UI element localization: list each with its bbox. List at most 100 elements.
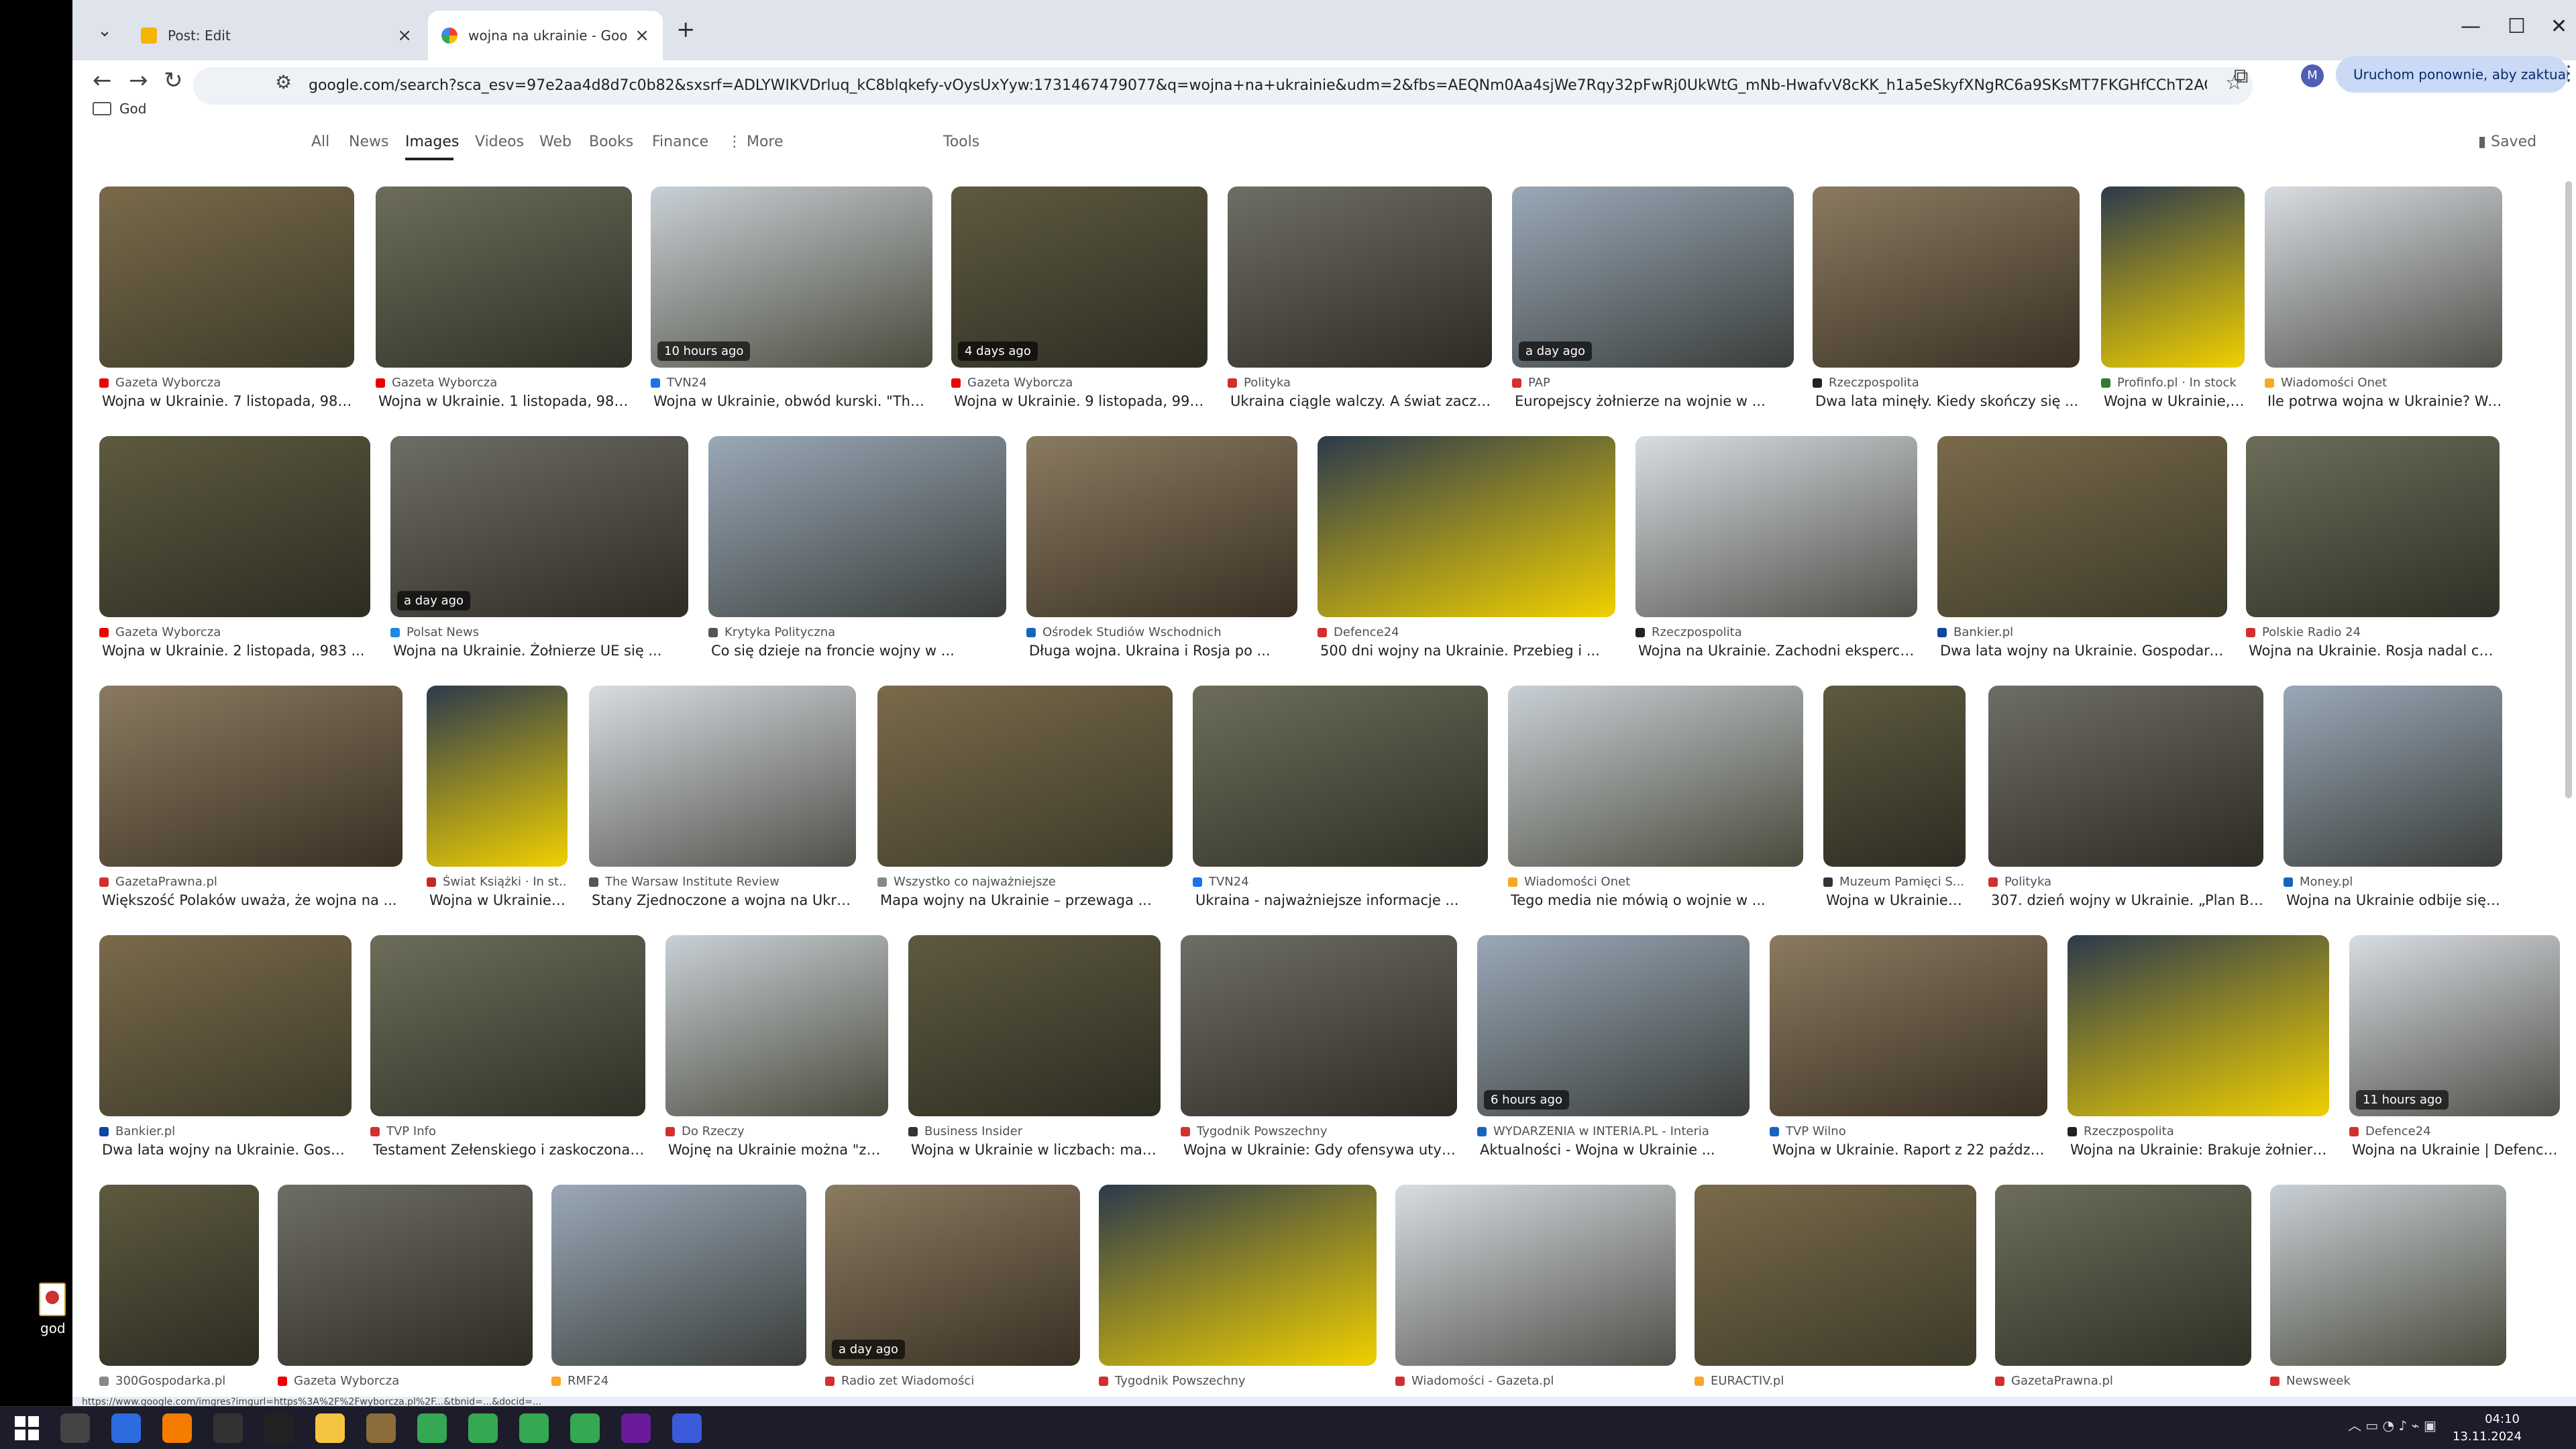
image-result[interactable]: Newsweek [2270,1185,2506,1406]
result-title[interactable]: Testament Zełenskiego i zaskoczona ... [373,1142,645,1158]
result-thumbnail[interactable] [99,1185,259,1366]
result-thumbnail[interactable] [278,1185,533,1366]
result-thumbnail[interactable] [1813,186,2080,368]
chrome-icon[interactable] [468,1413,498,1443]
result-title[interactable]: Długa wojna. Ukraina i Rosja po ... [1029,643,1297,659]
result-source[interactable]: Wiadomości Onet [1508,875,1803,889]
close-tab-icon[interactable]: × [397,25,412,46]
result-title[interactable]: Wojna w Ukrainie. 7 listopada, 988 ... [102,393,354,409]
result-thumbnail[interactable] [589,686,856,867]
close-window-icon[interactable]: ✕ [2551,15,2567,38]
result-source[interactable]: Muzeum Pamięci S... [1823,875,1966,889]
clock[interactable]: 04:10 13.11.2024 [2453,1411,2522,1446]
result-source[interactable]: Świat Książki · In st... [427,875,568,889]
result-title[interactable]: Wojna w Ukrainie: Gdy ofensywa utyka... [1183,1142,1457,1158]
profile-avatar[interactable]: M [2301,64,2324,87]
result-thumbnail[interactable] [1181,935,1457,1116]
tab-more[interactable]: ⋮ More [727,133,784,150]
result-thumbnail[interactable] [1823,686,1966,867]
update-button[interactable]: Uruchom ponownie, aby zaktualizować [2336,56,2568,93]
result-title[interactable]: Wojna w Ukrainie |... [1826,892,1966,908]
result-title[interactable]: Stany Zjednoczone a wojna na Ukrainie [592,892,856,908]
image-result[interactable]: Wiadomości Onet Ile potrwa wojna w Ukrain… [2265,186,2502,409]
image-result[interactable]: Ośrodek Studiów Wschodnich Długa wojna. U… [1026,436,1297,659]
image-result[interactable]: 10 hours ago TVN24 Wojna w Ukrainie, obwód… [651,186,932,409]
image-result[interactable]: Polityka 307. dzień wojny w Ukrainie. „Pl… [1988,686,2263,908]
chrome-active-icon[interactable] [672,1413,702,1443]
result-thumbnail[interactable] [1193,686,1488,867]
search-icon[interactable] [60,1413,90,1443]
address-bar[interactable]: ⚙ google.com/search?sca_esv=97e2aa4d8d7c… [193,67,2253,105]
result-thumbnail[interactable]: a day ago [390,436,688,617]
result-source[interactable]: Wiadomości - Gazeta.pl [1395,1374,1676,1388]
result-source[interactable]: Tygodnik Powszechny [1099,1374,1377,1388]
result-source[interactable]: GazetaPrawna.pl [99,875,402,889]
result-thumbnail[interactable] [99,686,402,867]
tab-images[interactable]: Images [405,133,459,150]
result-thumbnail[interactable]: 4 days ago [951,186,1208,368]
result-thumbnail[interactable] [665,935,888,1116]
image-result[interactable]: GazetaPrawna.pl Większość Polaków uważa, … [99,686,402,908]
result-thumbnail[interactable] [551,1185,806,1366]
result-source[interactable]: GazetaPrawna.pl [1995,1374,2251,1388]
image-result[interactable]: a day ago Polsat News Wojna na Ukrainie. Ż… [390,436,688,659]
result-title[interactable]: Wojna na Ukrainie. Rosja nadal chce ... [2249,643,2500,659]
start-icon[interactable] [15,1416,39,1440]
image-result[interactable]: Gazeta Wyborcza Wojna w Ukrainie. 2 listo… [99,436,370,659]
image-result[interactable]: Gazeta Wyborcza Wojna w Ukrainie. 1 listo… [376,186,632,409]
result-source[interactable]: WYDARZENIA w INTERIA.PL - Interia [1477,1124,1750,1138]
result-source[interactable]: Newsweek [2270,1374,2506,1388]
image-result[interactable]: Krytyka Polityczna Co się dzieje na fronc… [708,436,1006,659]
result-title[interactable]: Wojnę na Ukrainie można "za... [668,1142,888,1158]
bookmark-folder[interactable]: God [93,101,146,117]
result-source[interactable]: Ośrodek Studiów Wschodnich [1026,625,1297,639]
image-result[interactable]: a day ago Radio zet Wiadomości [825,1185,1080,1406]
result-source[interactable]: Gazeta Wyborcza [376,376,632,390]
image-result[interactable]: Bankier.pl Dwa lata wojny na Ukrainie. Go… [1937,436,2227,659]
result-title[interactable]: Ile potrwa wojna w Ukrainie? Wojskowi ..… [2267,393,2502,409]
result-title[interactable]: Ukraina ciągle walczy. A świat zaczyn... [1230,393,1492,409]
result-thumbnail[interactable] [2265,186,2502,368]
image-result[interactable]: RMF24 [551,1185,806,1406]
result-thumbnail[interactable]: a day ago [825,1185,1080,1366]
result-thumbnail[interactable] [99,935,352,1116]
app-icon[interactable] [111,1413,141,1443]
result-thumbnail[interactable] [2068,935,2329,1116]
image-result[interactable]: TVP Info Testament Zełenskiego i zaskoczo… [370,935,645,1158]
result-thumbnail[interactable] [877,686,1173,867]
image-result[interactable]: Świat Książki · In st... Wojna w Ukrainie… [427,686,568,908]
tab-finance[interactable]: Finance [652,133,708,150]
result-source[interactable]: TVN24 [651,376,932,390]
image-result[interactable]: Profinfo.pl · In stock Wojna w Ukrainie, … [2101,186,2245,409]
image-result[interactable]: Gazeta Wyborcza [278,1185,533,1406]
result-thumbnail[interactable] [1318,436,1615,617]
tab-videos[interactable]: Videos [475,133,524,150]
new-tab-button[interactable]: + [676,16,696,43]
image-result[interactable]: Rzeczpospolita Wojna na Ukrainie. Zachodn… [1635,436,1917,659]
result-title[interactable]: Wojna na Ukrainie | Defence24 [2352,1142,2560,1158]
image-result[interactable]: Polityka Ukraina ciągle walczy. A świat z… [1228,186,1492,409]
extensions-icon[interactable]: ⧉ [2234,64,2248,88]
tools-button[interactable]: Tools [943,133,979,150]
result-source[interactable]: Polsat News [390,625,688,639]
result-title[interactable]: Wojna w Ukrainie. ... [429,892,568,908]
result-thumbnail[interactable]: 6 hours ago [1477,935,1750,1116]
chrome-icon[interactable] [519,1413,549,1443]
result-source[interactable]: Profinfo.pl · In stock [2101,376,2245,390]
result-thumbnail[interactable] [1995,1185,2251,1366]
result-thumbnail[interactable] [1770,935,2047,1116]
chrome-icon[interactable] [417,1413,447,1443]
image-result[interactable]: Wiadomości Onet Tego media nie mówią o wo… [1508,686,1803,908]
result-source[interactable]: Krytyka Polityczna [708,625,1006,639]
result-source[interactable]: Bankier.pl [1937,625,2227,639]
result-source[interactable]: TVN24 [1193,875,1488,889]
result-thumbnail[interactable] [908,935,1161,1116]
tab-all[interactable]: All [311,133,329,150]
image-result[interactable]: EURACTIV.pl [1695,1185,1976,1406]
site-info-icon[interactable]: ⚙ [275,71,292,93]
result-source[interactable]: Bankier.pl [99,1124,352,1138]
result-thumbnail[interactable] [2101,186,2245,368]
result-title[interactable]: Wojna w Ukrainie. Raport z 22 paździe... [1772,1142,2047,1158]
result-thumbnail[interactable] [2284,686,2502,867]
result-source[interactable]: Defence24 [1318,625,1615,639]
